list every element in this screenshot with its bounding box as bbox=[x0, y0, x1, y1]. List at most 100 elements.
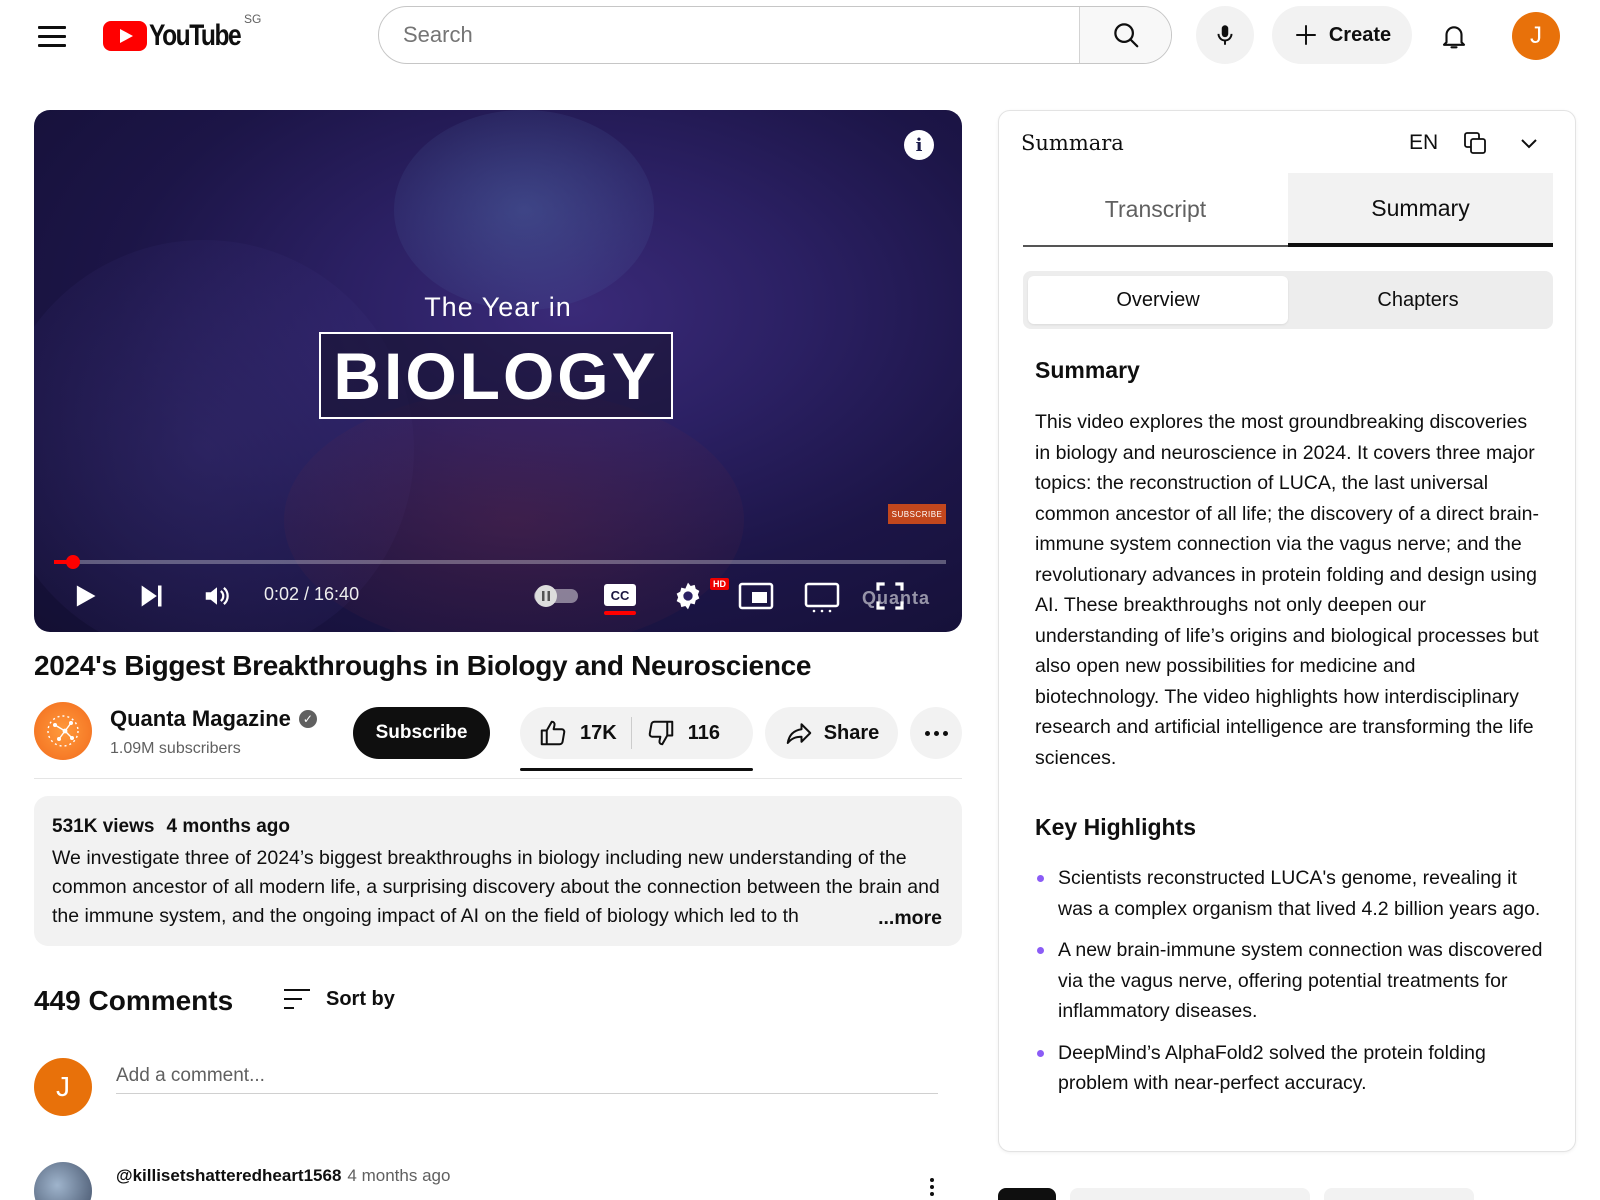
plus-icon bbox=[1296, 25, 1316, 45]
comment-header: @killisetshatteredheart1568 4 months ago bbox=[116, 1166, 450, 1186]
video-overlay-title: BIOLOGY bbox=[319, 332, 673, 419]
miniplayer-icon bbox=[738, 582, 774, 610]
channel-avatar[interactable] bbox=[34, 702, 92, 760]
closed-captions-icon: CC bbox=[604, 584, 636, 615]
summary-view-toggle: Overview Chapters bbox=[1023, 271, 1553, 329]
highlight-item: A new brain-immune system connection was… bbox=[1035, 935, 1545, 1027]
next-button[interactable] bbox=[134, 576, 168, 616]
comment-time: 4 months ago bbox=[347, 1166, 451, 1185]
video-overlay-subtitle: The Year in bbox=[424, 292, 572, 322]
comment-author-avatar[interactable] bbox=[34, 1162, 92, 1200]
volume-button[interactable] bbox=[200, 576, 234, 616]
region-label: SG bbox=[244, 12, 262, 26]
notifications-button[interactable] bbox=[1432, 14, 1476, 58]
theater-mode-icon bbox=[804, 582, 840, 613]
info-icon[interactable]: i bbox=[904, 130, 934, 160]
summary-text: This video explores the most groundbreak… bbox=[1035, 411, 1539, 769]
video-title: 2024's Biggest Breakthroughs in Biology … bbox=[34, 650, 812, 681]
search-button[interactable] bbox=[1079, 7, 1171, 63]
like-divider bbox=[630, 717, 632, 749]
language-selector[interactable]: EN bbox=[1409, 131, 1438, 155]
highlights-list: Scientists reconstructed LUCA's genome, … bbox=[1035, 863, 1545, 1110]
fullscreen-icon bbox=[876, 582, 904, 610]
commenter-avatar: J bbox=[34, 1058, 92, 1116]
tab-transcript[interactable]: Transcript bbox=[1023, 173, 1288, 245]
add-comment-input[interactable] bbox=[116, 1058, 938, 1094]
sort-by-button[interactable]: Sort by bbox=[282, 986, 395, 1012]
subscriber-count: 1.09M subscribers bbox=[110, 740, 241, 757]
search-input[interactable] bbox=[379, 7, 1079, 63]
dislike-button[interactable]: 116 bbox=[646, 718, 720, 748]
play-icon bbox=[76, 585, 96, 607]
video-player[interactable]: i The Year in BIOLOGY SUBSCRIBE 0:02 / 1… bbox=[34, 110, 962, 632]
channel-name-label: Quanta Magazine bbox=[110, 706, 291, 731]
comments-count: 449 Comments bbox=[34, 985, 234, 1016]
dislike-count: 116 bbox=[687, 721, 720, 744]
more-actions-button[interactable] bbox=[910, 707, 962, 759]
copy-icon[interactable] bbox=[1461, 129, 1489, 157]
top-bar: YouTube SG Create J bbox=[0, 0, 1600, 72]
menu-icon[interactable] bbox=[32, 16, 72, 56]
chevron-down-icon[interactable] bbox=[1517, 131, 1541, 155]
svg-text:CC: CC bbox=[611, 588, 630, 603]
like-button[interactable]: 17K bbox=[538, 718, 617, 748]
time-display: 0:02 / 16:40 bbox=[264, 584, 360, 604]
video-frame-glow bbox=[394, 110, 654, 310]
autoplay-toggle[interactable] bbox=[532, 576, 580, 616]
tab-summary[interactable]: Summary bbox=[1288, 173, 1553, 247]
panel-title: Summara bbox=[1021, 131, 1124, 155]
create-button[interactable]: Create bbox=[1272, 6, 1412, 64]
comment-menu-button[interactable] bbox=[930, 1178, 934, 1196]
thumbs-up-icon bbox=[540, 720, 566, 746]
youtube-play-icon bbox=[103, 21, 147, 51]
autoplay-toggle-icon bbox=[534, 585, 578, 607]
description-text: We investigate three of 2024’s biggest b… bbox=[52, 847, 940, 927]
filter-chip[interactable] bbox=[998, 1188, 1056, 1200]
share-label: Share bbox=[823, 721, 880, 744]
description-more-link[interactable]: ...more bbox=[874, 907, 942, 930]
description-box[interactable]: 531K views 4 months ago We investigate t… bbox=[34, 796, 962, 946]
theater-mode-button[interactable] bbox=[804, 576, 840, 616]
progress-bar[interactable] bbox=[54, 555, 946, 569]
filter-chip[interactable] bbox=[1070, 1188, 1310, 1200]
share-arrow-icon bbox=[786, 723, 811, 744]
upload-age: 4 months ago bbox=[166, 816, 290, 837]
related-filter-chips bbox=[998, 1188, 1474, 1200]
subscribe-watermark[interactable]: SUBSCRIBE bbox=[888, 504, 946, 524]
panel-tabs: Transcript Summary bbox=[1023, 173, 1553, 247]
comment-author-name[interactable]: @killisetshatteredheart1568 bbox=[116, 1166, 341, 1185]
highlights-heading: Key Highlights bbox=[1035, 814, 1197, 840]
verified-check-icon: ✓ bbox=[298, 710, 317, 728]
account-avatar[interactable]: J bbox=[1512, 12, 1560, 60]
share-button[interactable]: Share bbox=[765, 707, 898, 759]
scrubber-handle[interactable] bbox=[66, 555, 80, 569]
sort-icon bbox=[284, 989, 310, 1009]
segment-overview[interactable]: Overview bbox=[1028, 276, 1288, 324]
filter-chip[interactable] bbox=[1324, 1188, 1474, 1200]
miniplayer-button[interactable] bbox=[738, 576, 774, 616]
summara-panel: Summara EN Transcript Summary Overview C… bbox=[998, 110, 1576, 1152]
summary-heading: Summary bbox=[1035, 357, 1140, 383]
hd-badge: HD bbox=[710, 578, 729, 590]
sort-by-label: Sort by bbox=[326, 987, 395, 1010]
settings-button[interactable] bbox=[670, 576, 706, 616]
search-bar bbox=[378, 6, 1172, 64]
channel-name[interactable]: Quanta Magazine ✓ bbox=[110, 706, 317, 732]
voice-search-button[interactable] bbox=[1196, 6, 1254, 64]
segment-chapters[interactable]: Chapters bbox=[1288, 276, 1548, 324]
thumbs-down-icon bbox=[648, 720, 673, 746]
like-group-underline bbox=[520, 768, 753, 771]
channel-logo-icon bbox=[47, 715, 79, 747]
captions-button[interactable]: CC bbox=[602, 576, 638, 616]
highlight-item: DeepMind’s AlphaFold2 solved the protein… bbox=[1035, 1038, 1545, 1099]
gear-icon bbox=[676, 582, 700, 610]
like-dislike-group: 17K 116 bbox=[520, 707, 753, 759]
volume-icon bbox=[205, 587, 229, 605]
play-button[interactable] bbox=[68, 576, 102, 616]
highlight-item: Scientists reconstructed LUCA's genome, … bbox=[1035, 863, 1545, 924]
bell-icon bbox=[1442, 26, 1466, 49]
fullscreen-button[interactable] bbox=[872, 576, 908, 616]
youtube-logo[interactable]: YouTube bbox=[103, 18, 260, 54]
skip-next-icon bbox=[141, 585, 162, 607]
subscribe-button[interactable]: Subscribe bbox=[353, 707, 490, 759]
